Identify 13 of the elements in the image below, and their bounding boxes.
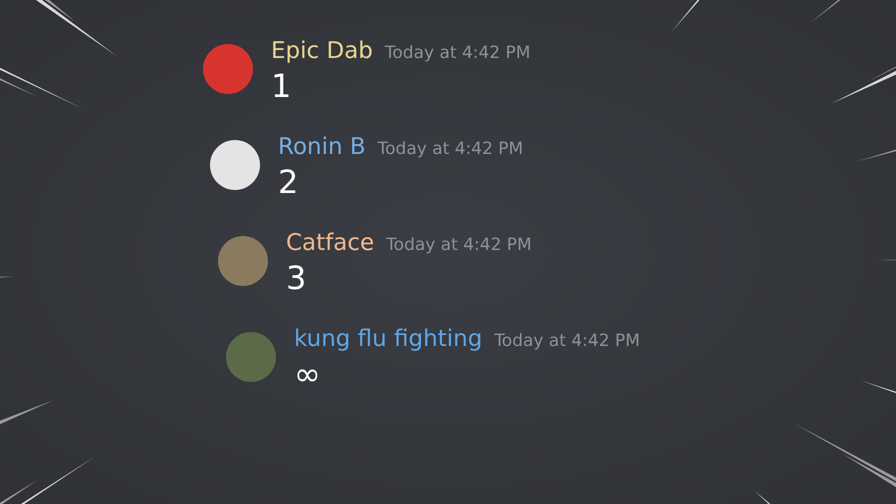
timestamp: Today at 4:42 PM	[494, 331, 640, 351]
avatar-placeholder[interactable]	[210, 140, 260, 190]
username[interactable]: Catface	[286, 230, 374, 256]
message-text: 2	[278, 162, 300, 203]
username[interactable]: Ronin B	[278, 134, 366, 160]
timestamp: Today at 4:42 PM	[378, 139, 524, 159]
message-text: ∞	[294, 354, 322, 395]
timestamp: Today at 4:42 PM	[386, 235, 532, 255]
timestamp: Today at 4:42 PM	[384, 43, 530, 63]
username[interactable]: kung flu fighting	[294, 326, 482, 352]
message-text: 1	[271, 66, 292, 107]
username[interactable]: Epic Dab	[271, 38, 373, 64]
message-text: 3	[286, 258, 308, 299]
